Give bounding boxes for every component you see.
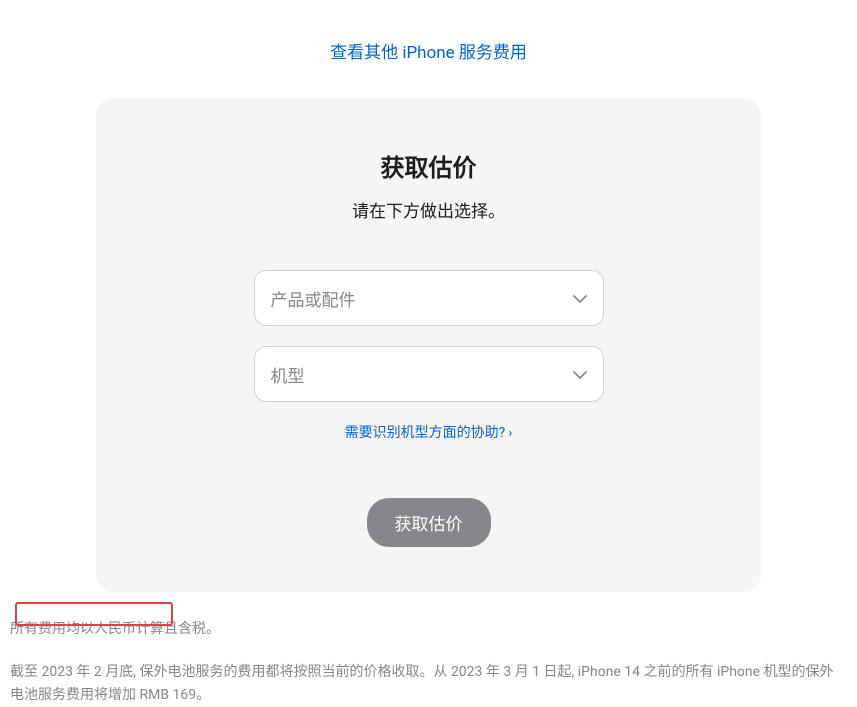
- help-link-row: 需要识别机型方面的协助?›: [96, 422, 761, 442]
- chevron-right-icon: ›: [508, 425, 512, 441]
- estimate-card: 获取估价 请在下方做出选择。 产品或配件 机型 需要识别机型方面的协助?› 获取…: [96, 98, 761, 592]
- header-link-row: 查看其他 iPhone 服务费用: [0, 0, 857, 63]
- product-select-wrapper: 产品或配件: [254, 270, 604, 326]
- footer-note-2: 截至 2023 年 2 月底, 保外电池服务的费用都将按照当前的价格收取。从 2…: [0, 661, 857, 707]
- chevron-down-icon: [573, 364, 587, 384]
- other-services-link[interactable]: 查看其他 iPhone 服务费用: [330, 43, 527, 63]
- footer-note-1: 所有费用均以人民币计算且含税。: [0, 618, 857, 641]
- model-select-wrapper: 机型: [254, 346, 604, 402]
- card-subtitle: 请在下方做出选择。: [96, 197, 761, 222]
- identify-model-help-link[interactable]: 需要识别机型方面的协助?›: [345, 425, 513, 441]
- model-select-placeholder: 机型: [271, 362, 305, 387]
- product-select-placeholder: 产品或配件: [271, 286, 356, 311]
- card-title: 获取估价: [96, 148, 761, 183]
- model-select[interactable]: 机型: [254, 346, 604, 402]
- get-estimate-button[interactable]: 获取估价: [367, 498, 491, 547]
- chevron-down-icon: [573, 288, 587, 308]
- help-link-label: 需要识别机型方面的协助?: [345, 425, 506, 441]
- product-select[interactable]: 产品或配件: [254, 270, 604, 326]
